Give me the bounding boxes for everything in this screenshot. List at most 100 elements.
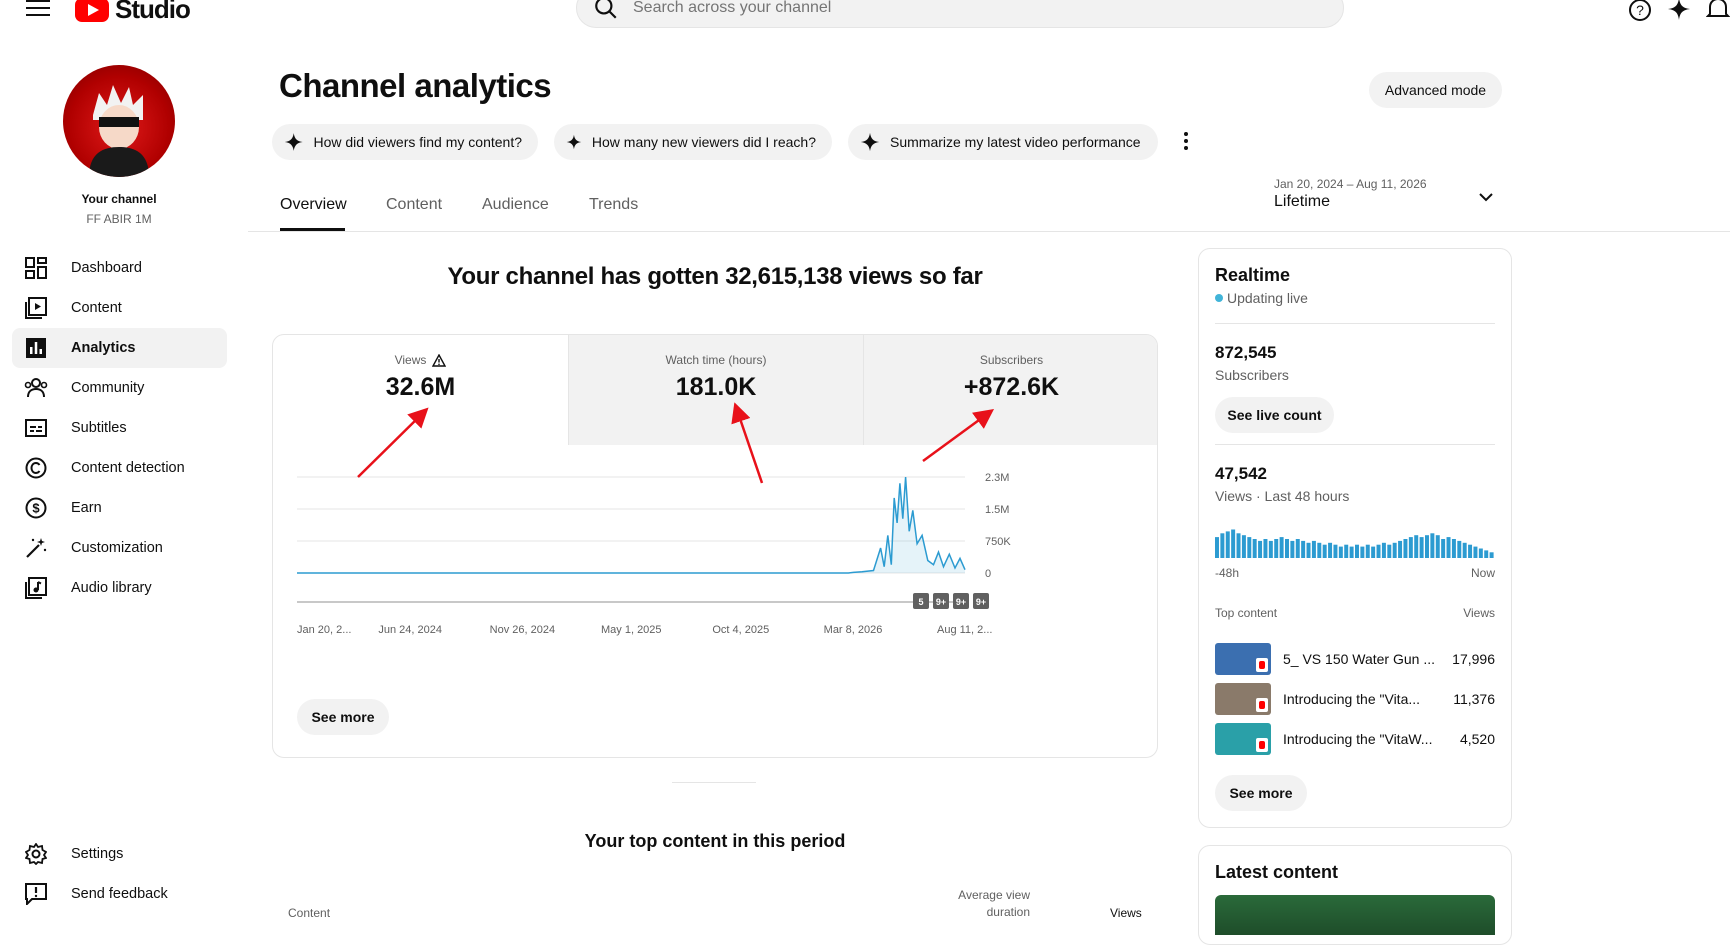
realtime-bar[interactable] <box>1408 537 1413 558</box>
realtime-bar[interactable] <box>1484 550 1489 558</box>
realtime-bar[interactable] <box>1430 533 1435 558</box>
sidebar-item-label: Dashboard <box>71 260 142 276</box>
realtime-bar[interactable] <box>1295 539 1300 558</box>
realtime-bar[interactable] <box>1457 540 1462 558</box>
realtime-bar[interactable] <box>1473 546 1478 558</box>
realtime-bar[interactable] <box>1403 539 1408 558</box>
tab-audience[interactable]: Audience <box>482 196 549 214</box>
realtime-bar[interactable] <box>1311 540 1316 558</box>
realtime-bar[interactable] <box>1333 544 1338 558</box>
realtime-bar[interactable] <box>1285 539 1289 558</box>
sidebar-item-subtitles[interactable]: Subtitles <box>12 408 227 448</box>
realtime-bar[interactable] <box>1435 535 1440 558</box>
realtime-see-more-button[interactable]: See more <box>1215 775 1307 811</box>
search-bar[interactable] <box>576 0 1344 28</box>
realtime-bar[interactable] <box>1381 542 1386 558</box>
channel-avatar[interactable] <box>63 65 175 177</box>
realtime-bar[interactable] <box>1425 535 1429 558</box>
realtime-bar[interactable] <box>1360 546 1365 558</box>
latest-content-thumbnail[interactable] <box>1215 895 1495 935</box>
realtime-bar[interactable] <box>1376 544 1381 558</box>
top-content-row[interactable]: Introducing the "Vita... 11,376 <box>1215 683 1495 715</box>
sparkle-icon[interactable] <box>1668 0 1690 20</box>
see-more-button[interactable]: See more <box>297 699 389 735</box>
realtime-bar[interactable] <box>1258 540 1263 558</box>
realtime-bar[interactable] <box>1241 535 1246 558</box>
realtime-bar[interactable] <box>1489 552 1494 558</box>
sidebar-item-content-detection[interactable]: Content detection <box>12 448 227 488</box>
realtime-bar[interactable] <box>1468 544 1473 558</box>
your-channel-label: Your channel <box>81 192 157 206</box>
realtime-bar[interactable] <box>1263 539 1268 558</box>
realtime-bar[interactable] <box>1451 539 1456 558</box>
tab-trends[interactable]: Trends <box>589 196 638 214</box>
suggestion-chip-new-viewers[interactable]: How many new viewers did I reach? <box>554 124 832 160</box>
realtime-bar[interactable] <box>1215 537 1219 558</box>
sidebar-item-community[interactable]: Community <box>12 368 227 408</box>
realtime-bar[interactable] <box>1252 539 1257 558</box>
realtime-bar[interactable] <box>1414 535 1419 558</box>
tab-overview[interactable]: Overview <box>280 196 347 214</box>
realtime-bar[interactable] <box>1462 542 1467 558</box>
sidebar-item-earn[interactable]: $ Earn <box>12 488 227 528</box>
realtime-bar-chart[interactable] <box>1215 520 1495 558</box>
realtime-bar[interactable] <box>1387 544 1392 558</box>
realtime-bar[interactable] <box>1419 537 1424 558</box>
realtime-bar[interactable] <box>1446 537 1451 558</box>
views-headline: Your channel has gotten 32,615,138 views… <box>447 263 983 290</box>
warning-icon[interactable] <box>432 353 447 367</box>
realtime-bar[interactable] <box>1365 544 1370 558</box>
bell-icon[interactable] <box>1706 0 1730 22</box>
chevron-down-icon[interactable] <box>1478 189 1494 205</box>
realtime-bar[interactable] <box>1220 533 1225 558</box>
realtime-bar[interactable] <box>1398 540 1403 558</box>
sidebar-item-settings[interactable]: Settings <box>12 834 227 874</box>
realtime-bar[interactable] <box>1344 544 1349 558</box>
realtime-bar[interactable] <box>1290 540 1295 558</box>
realtime-bar[interactable] <box>1225 531 1230 558</box>
realtime-bar[interactable] <box>1268 540 1273 558</box>
logo-text: Studio <box>115 0 191 24</box>
realtime-bar[interactable] <box>1301 540 1306 558</box>
sidebar-item-analytics[interactable]: Analytics <box>12 328 227 368</box>
menu-icon[interactable] <box>26 0 50 18</box>
help-icon[interactable]: ? <box>1628 0 1652 22</box>
top-content-row[interactable]: Introducing the "VitaW... 4,520 <box>1215 723 1495 755</box>
realtime-bar[interactable] <box>1306 542 1311 558</box>
table-header-views[interactable]: Views <box>1110 906 1142 920</box>
search-input[interactable] <box>631 0 1285 18</box>
realtime-bar[interactable] <box>1322 544 1327 558</box>
see-live-count-button[interactable]: See live count <box>1215 397 1334 433</box>
tab-content[interactable]: Content <box>386 196 442 214</box>
realtime-bar[interactable] <box>1478 548 1483 559</box>
realtime-bar[interactable] <box>1371 546 1376 558</box>
realtime-bar[interactable] <box>1338 546 1343 558</box>
realtime-bar[interactable] <box>1231 529 1236 559</box>
realtime-bar[interactable] <box>1355 544 1359 558</box>
realtime-bar[interactable] <box>1328 542 1333 558</box>
top-content-row[interactable]: 5_ VS 150 Water Gun ... 17,996 <box>1215 643 1495 675</box>
realtime-bar[interactable] <box>1317 542 1322 558</box>
youtube-studio-logo[interactable]: Studio <box>75 0 191 25</box>
realtime-bar[interactable] <box>1247 537 1252 558</box>
marker-label: 9+ <box>976 597 986 607</box>
suggestion-chip-viewers[interactable]: How did viewers find my content? <box>272 124 538 160</box>
sidebar-item-send-feedback[interactable]: Send feedback <box>12 874 227 914</box>
more-options-icon[interactable] <box>1180 130 1192 152</box>
sidebar-item-content[interactable]: Content <box>12 288 227 328</box>
realtime-bar[interactable] <box>1349 546 1354 558</box>
sidebar-item-dashboard[interactable]: Dashboard <box>12 248 227 288</box>
sidebar-item-audio-library[interactable]: Audio library <box>12 568 227 608</box>
video-views: 4,520 <box>1459 731 1495 747</box>
realtime-bar[interactable] <box>1392 542 1397 558</box>
realtime-bar[interactable] <box>1441 539 1446 558</box>
advanced-mode-button[interactable]: Advanced mode <box>1369 72 1502 108</box>
realtime-bar[interactable] <box>1279 537 1284 558</box>
realtime-bar[interactable] <box>1236 533 1241 558</box>
suggestion-chip-summarize[interactable]: Summarize my latest video performance <box>848 124 1158 160</box>
table-header-avg-view-duration[interactable]: Average view duration <box>930 888 1030 919</box>
sidebar-item-customization[interactable]: Customization <box>12 528 227 568</box>
date-range-text[interactable]: Jan 20, 2024 – Aug 11, 2026 <box>1274 177 1427 191</box>
realtime-bar[interactable] <box>1274 539 1279 558</box>
date-period-label[interactable]: Lifetime <box>1274 193 1330 211</box>
